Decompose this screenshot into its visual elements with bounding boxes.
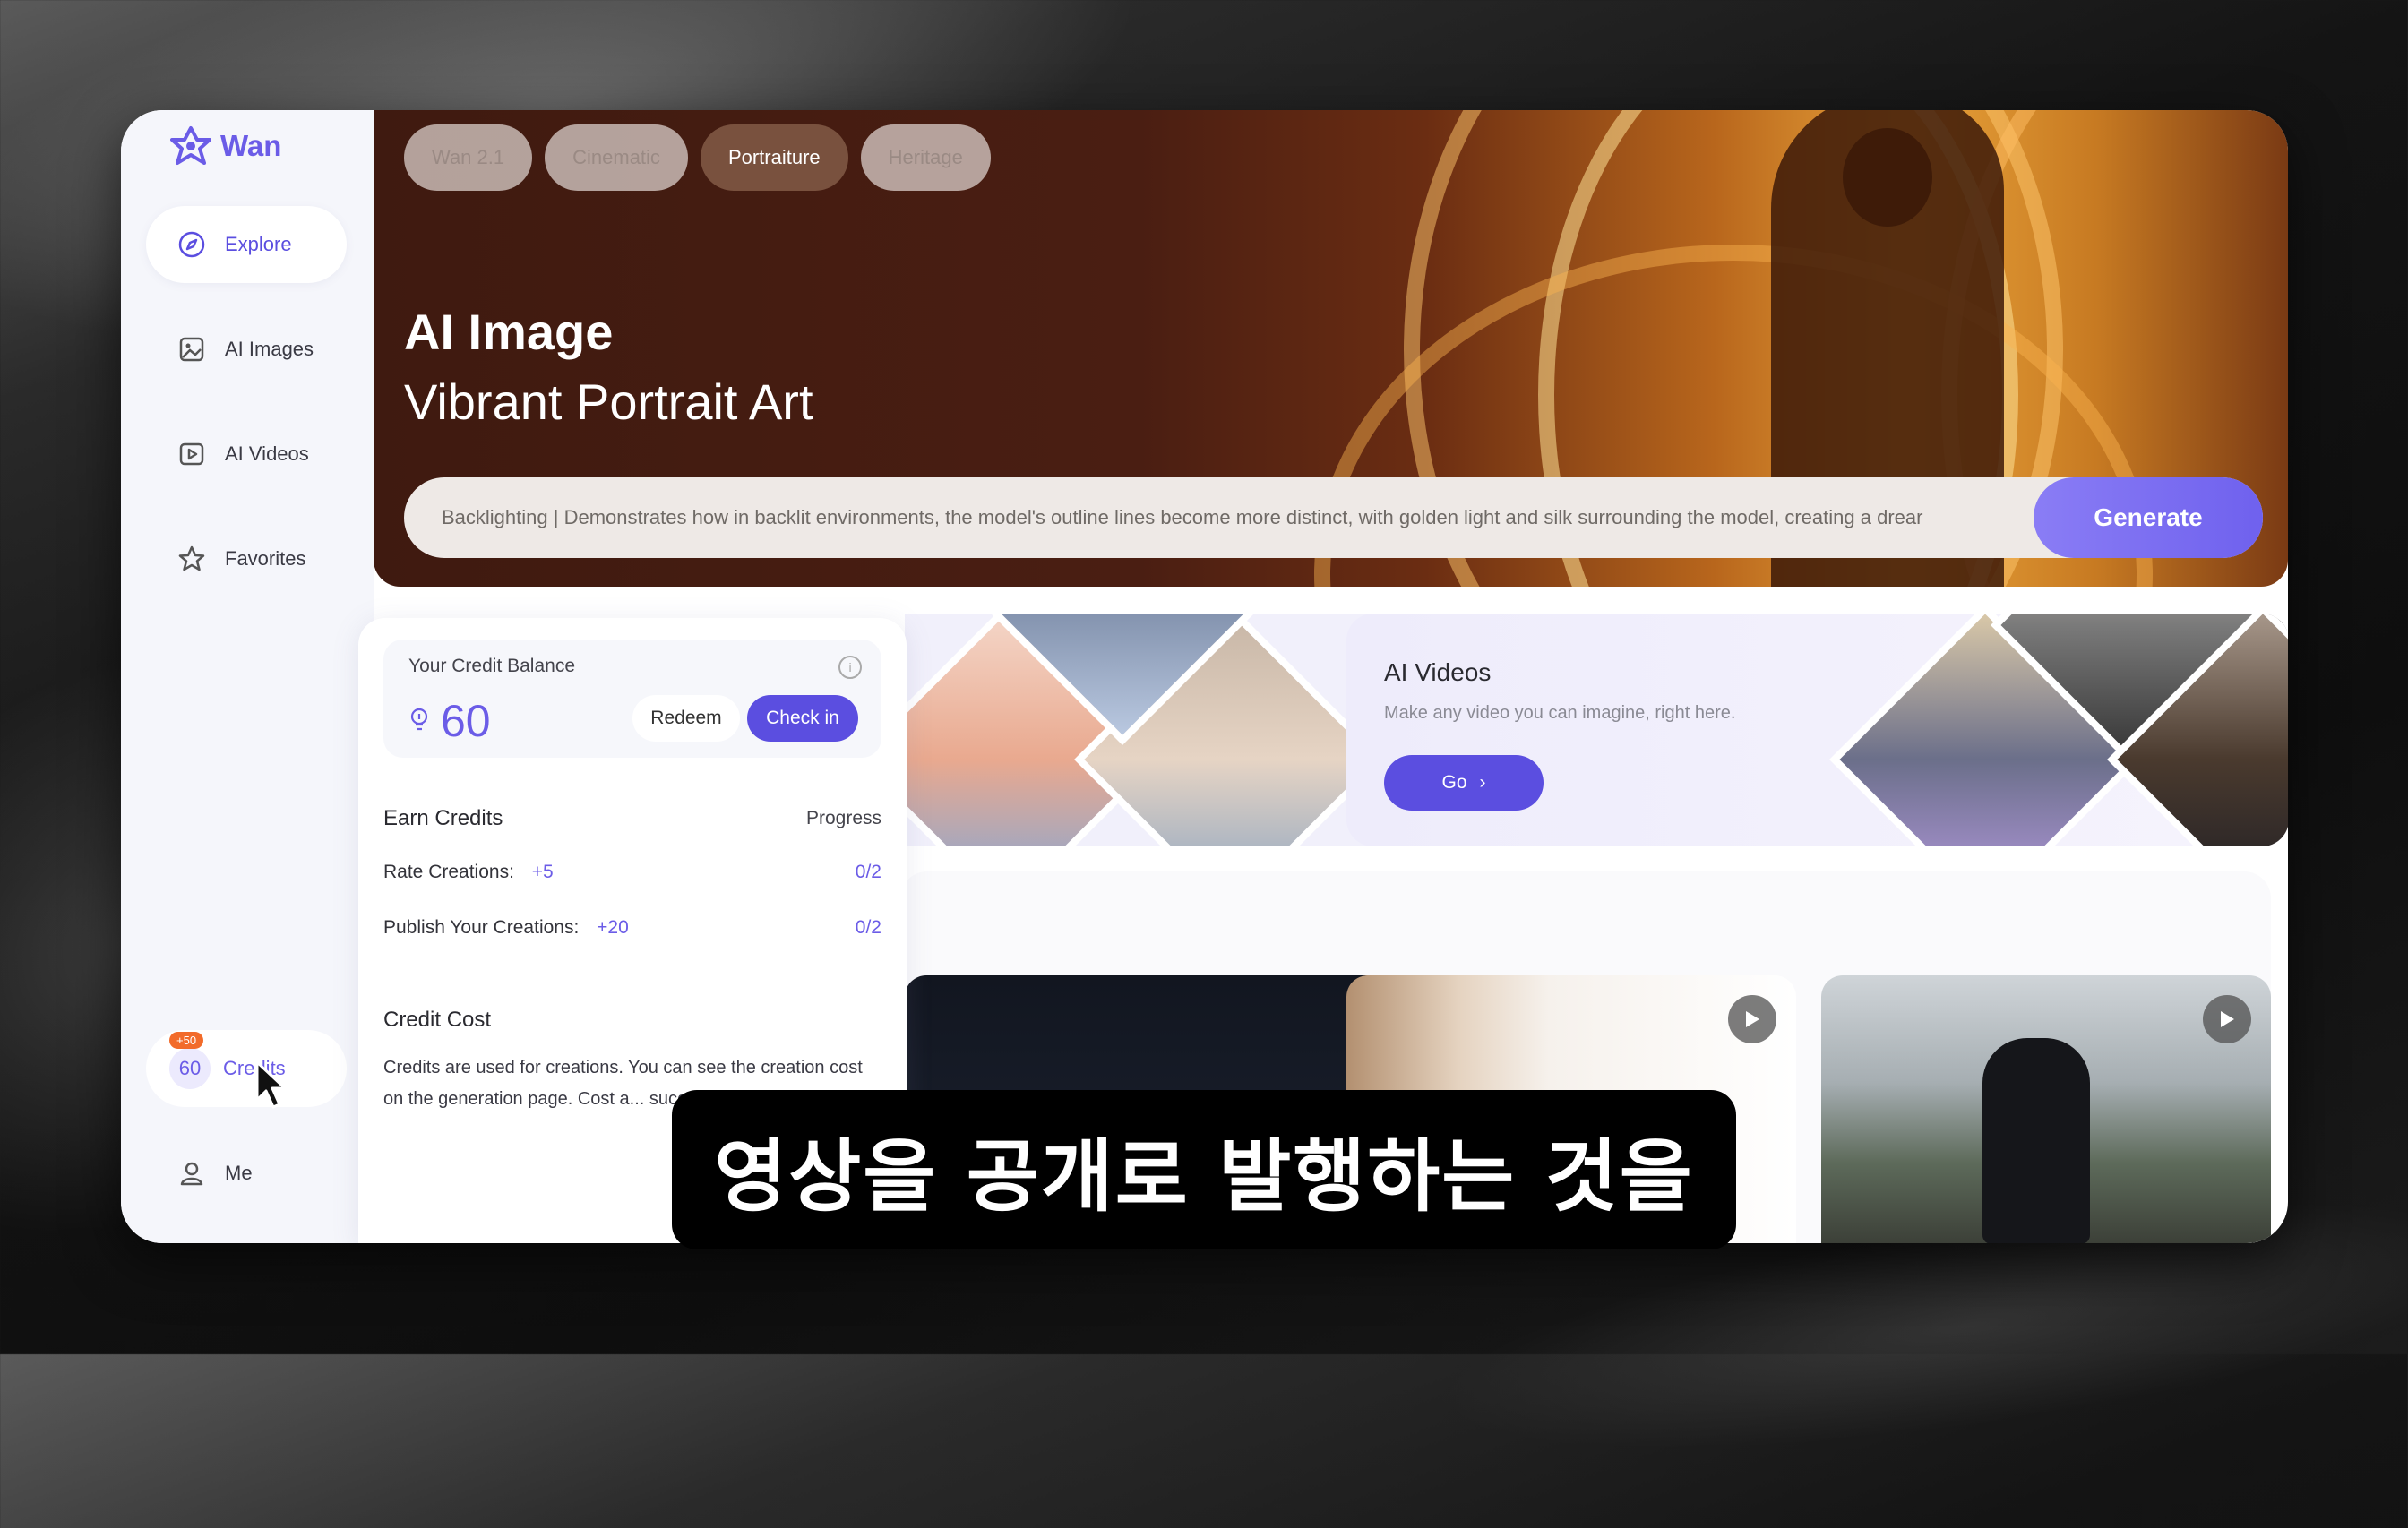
credit-balance-value: 60	[441, 696, 491, 746]
compass-icon	[176, 229, 207, 260]
app-name: Wan	[220, 129, 282, 162]
lightbulb-icon	[410, 708, 428, 731]
hero-subtitle: Vibrant Portrait Art	[404, 373, 813, 430]
credits-bonus-badge: +50	[169, 1032, 204, 1049]
video-thumbnail[interactable]	[1821, 975, 2271, 1243]
earn-row-progress: 0/2	[855, 862, 882, 882]
chip-heritage[interactable]: Heritage	[860, 124, 991, 191]
chip-portraiture[interactable]: Portraiture	[700, 124, 848, 191]
sidebar-item-label: AI Images	[225, 338, 314, 360]
earn-row: Publish Your Creations: +20 0/2	[383, 917, 882, 939]
play-icon[interactable]	[1728, 995, 1776, 1043]
sidebar-item-label: AI Videos	[225, 442, 309, 465]
ai-videos-subtitle: Make any video you can imagine, right he…	[1384, 703, 1736, 723]
ai-videos-feature-card: AI Videos Make any video you can imagine…	[1346, 614, 2288, 846]
sidebar-item-credits[interactable]: +50 60 Credits	[146, 1030, 347, 1107]
earn-row-label: Publish Your Creations:	[383, 917, 580, 938]
go-button[interactable]: Go ›	[1384, 755, 1544, 811]
sidebar-item-favorites[interactable]: Favorites	[146, 520, 347, 597]
credits-value: 60	[178, 1057, 202, 1079]
chip-wan-2-1[interactable]: Wan 2.1	[404, 124, 533, 191]
chip-cinematic[interactable]: Cinematic	[545, 124, 688, 191]
prompt-bar: Backlighting | Demonstrates how in backl…	[404, 477, 2263, 558]
sidebar-item-explore[interactable]: Explore	[146, 206, 347, 283]
app-window: Wan Explore AI Images AI Videos Favorite	[121, 110, 2288, 1243]
wan-logo-icon	[170, 126, 211, 165]
earn-row-points: +20	[597, 917, 629, 938]
credit-cost-heading: Credit Cost	[383, 1008, 492, 1032]
logo[interactable]: Wan	[170, 119, 281, 173]
sidebar-item-label: Me	[225, 1162, 253, 1184]
hero-banner: Wan 2.1 Cinematic Portraiture Heritage A…	[374, 110, 2288, 587]
image-icon	[176, 334, 207, 365]
progress-heading: Progress	[805, 808, 882, 828]
ai-videos-title: AI Videos	[1384, 658, 1492, 686]
credit-balance-title: Your Credit Balance	[408, 656, 576, 676]
sidebar: Wan Explore AI Images AI Videos Favorite	[121, 110, 374, 1243]
category-chips: Wan 2.1 Cinematic Portraiture Heritage	[404, 124, 991, 191]
chevron-right-icon: ›	[1479, 772, 1486, 793]
earn-credits-heading: Earn Credits	[383, 806, 503, 830]
sidebar-item-label: Explore	[225, 233, 292, 255]
hero-figure-head	[1843, 128, 1932, 227]
video-icon	[176, 439, 207, 469]
credit-balance: 60	[408, 695, 491, 747]
go-label: Go	[1441, 772, 1467, 793]
hero-title: AI Image	[404, 304, 614, 360]
star-icon	[176, 544, 207, 574]
sidebar-item-me[interactable]: Me	[146, 1135, 347, 1212]
user-icon	[176, 1158, 207, 1189]
redeem-button[interactable]: Redeem	[632, 695, 740, 742]
play-icon[interactable]	[2203, 995, 2251, 1043]
credit-balance-card: Your Credit Balance i 60 Redeem Check in	[383, 640, 882, 758]
prompt-input[interactable]: Backlighting | Demonstrates how in backl…	[442, 477, 2000, 558]
sidebar-item-label: Favorites	[225, 547, 306, 570]
video-subtitle-caption: 영상을 공개로 발행하는 것을	[672, 1090, 1736, 1249]
earn-row-label: Rate Creations:	[383, 862, 514, 882]
earn-row-points: +5	[531, 862, 554, 882]
earn-row-progress: 0/2	[855, 917, 882, 938]
video-thumbnail-figure	[1982, 1038, 2090, 1243]
info-icon[interactable]: i	[838, 656, 862, 679]
sidebar-item-ai-videos[interactable]: AI Videos	[146, 416, 347, 493]
sidebar-item-ai-images[interactable]: AI Images	[146, 311, 347, 388]
credits-count: +50 60	[169, 1032, 211, 1089]
mouse-cursor-icon	[255, 1060, 287, 1109]
generate-button[interactable]: Generate	[2034, 477, 2263, 558]
earn-row: Rate Creations: +5 0/2	[383, 862, 882, 883]
check-in-button[interactable]: Check in	[747, 695, 858, 742]
